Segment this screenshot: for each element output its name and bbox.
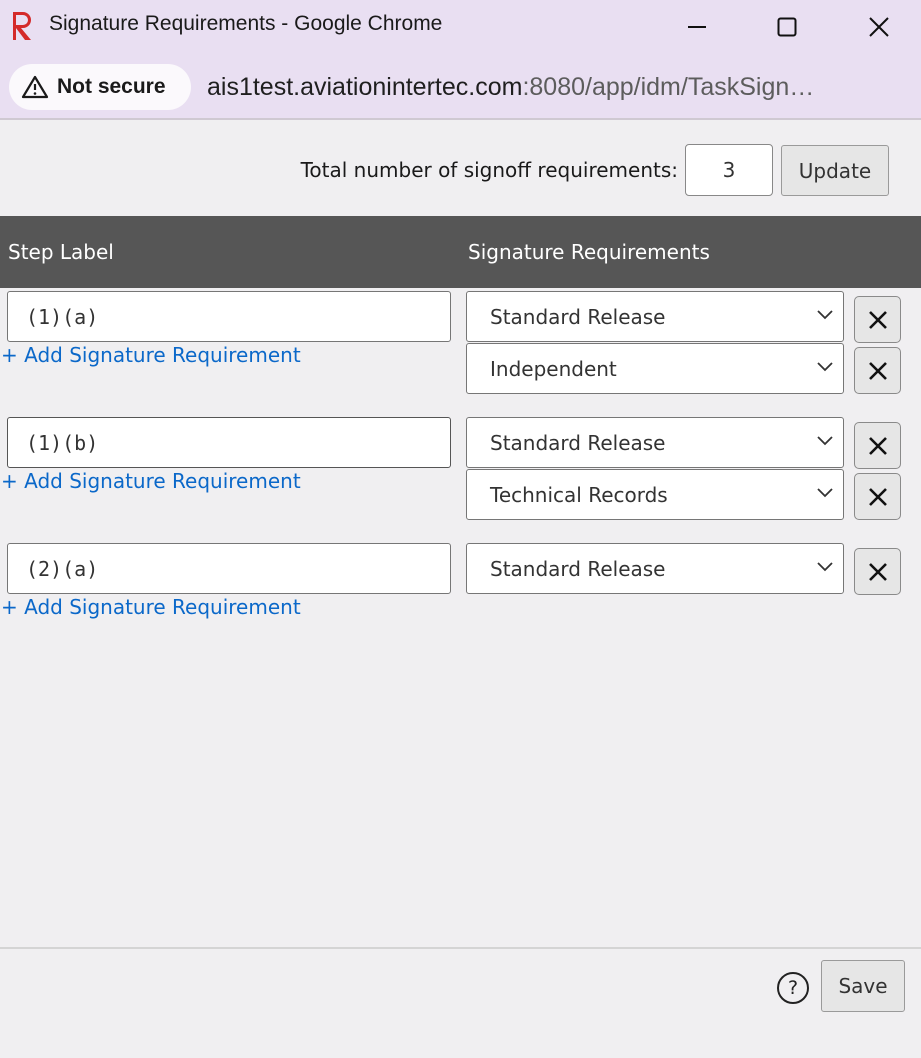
add-signature-requirement-link[interactable]: + Add Signature Requirement [1,595,301,619]
url-field[interactable]: ais1test.aviationintertec.com:8080/app/i… [207,73,814,102]
step-label-header: Step Label [8,240,114,264]
total-signoff-label: Total number of signoff requirements: [300,158,678,182]
warning-triangle-icon [21,75,49,99]
footer-divider [0,947,921,949]
step-label-input[interactable] [7,543,451,594]
signature-requirements-header: Signature Requirements [468,240,710,264]
security-label: Not secure [57,75,166,98]
remove-requirement-button[interactable] [854,422,901,469]
close-icon [869,17,889,37]
chevron-down-icon [817,488,833,498]
select-value: Independent [490,356,617,381]
maximize-button[interactable] [757,0,817,54]
total-signoff-input[interactable] [685,144,773,196]
step-label-input[interactable] [7,417,451,468]
select-value: Standard Release [490,556,666,581]
chevron-down-icon [817,362,833,372]
close-icon [868,487,887,506]
remove-requirement-button[interactable] [854,548,901,595]
remove-requirement-button[interactable] [854,473,901,520]
step-label-input[interactable] [7,291,451,342]
chevron-down-icon [817,562,833,572]
remove-requirement-button[interactable] [854,296,901,343]
select-value: Standard Release [490,304,666,329]
signature-requirement-select[interactable]: Standard Release [466,291,844,342]
update-button[interactable]: Update [781,145,889,196]
address-bar: Not secure ais1test.aviationintertec.com… [0,54,921,120]
signature-requirement-select[interactable]: Standard Release [466,417,844,468]
r-logo-icon [13,12,31,40]
close-icon [868,436,887,455]
table-header: Step Label Signature Requirements [0,216,921,288]
window-titlebar: Signature Requirements - Google Chrome [0,0,921,54]
url-host: ais1test.aviationintertec.com [207,73,523,101]
save-button[interactable]: Save [821,960,905,1012]
chevron-down-icon [817,436,833,446]
url-path: :8080/app/idm/TaskSign… [522,73,815,101]
signature-requirement-select[interactable]: Independent [466,343,844,394]
add-signature-requirement-link[interactable]: + Add Signature Requirement [1,343,301,367]
minimize-icon [688,26,706,28]
add-signature-requirement-link[interactable]: + Add Signature Requirement [1,469,301,493]
window-title: Signature Requirements - Google Chrome [49,12,443,35]
signature-requirement-select[interactable]: Standard Release [466,543,844,594]
close-window-button[interactable] [849,0,909,54]
remove-requirement-button[interactable] [854,347,901,394]
chevron-down-icon [817,310,833,320]
help-circle-icon[interactable]: ? [777,972,809,1004]
close-icon [868,562,887,581]
maximize-icon [777,17,797,37]
minimize-button[interactable] [667,0,727,54]
select-value: Technical Records [490,482,668,507]
close-icon [868,310,887,329]
select-value: Standard Release [490,430,666,455]
close-icon [868,361,887,380]
signature-requirement-select[interactable]: Technical Records [466,469,844,520]
security-chip[interactable]: Not secure [9,64,191,110]
